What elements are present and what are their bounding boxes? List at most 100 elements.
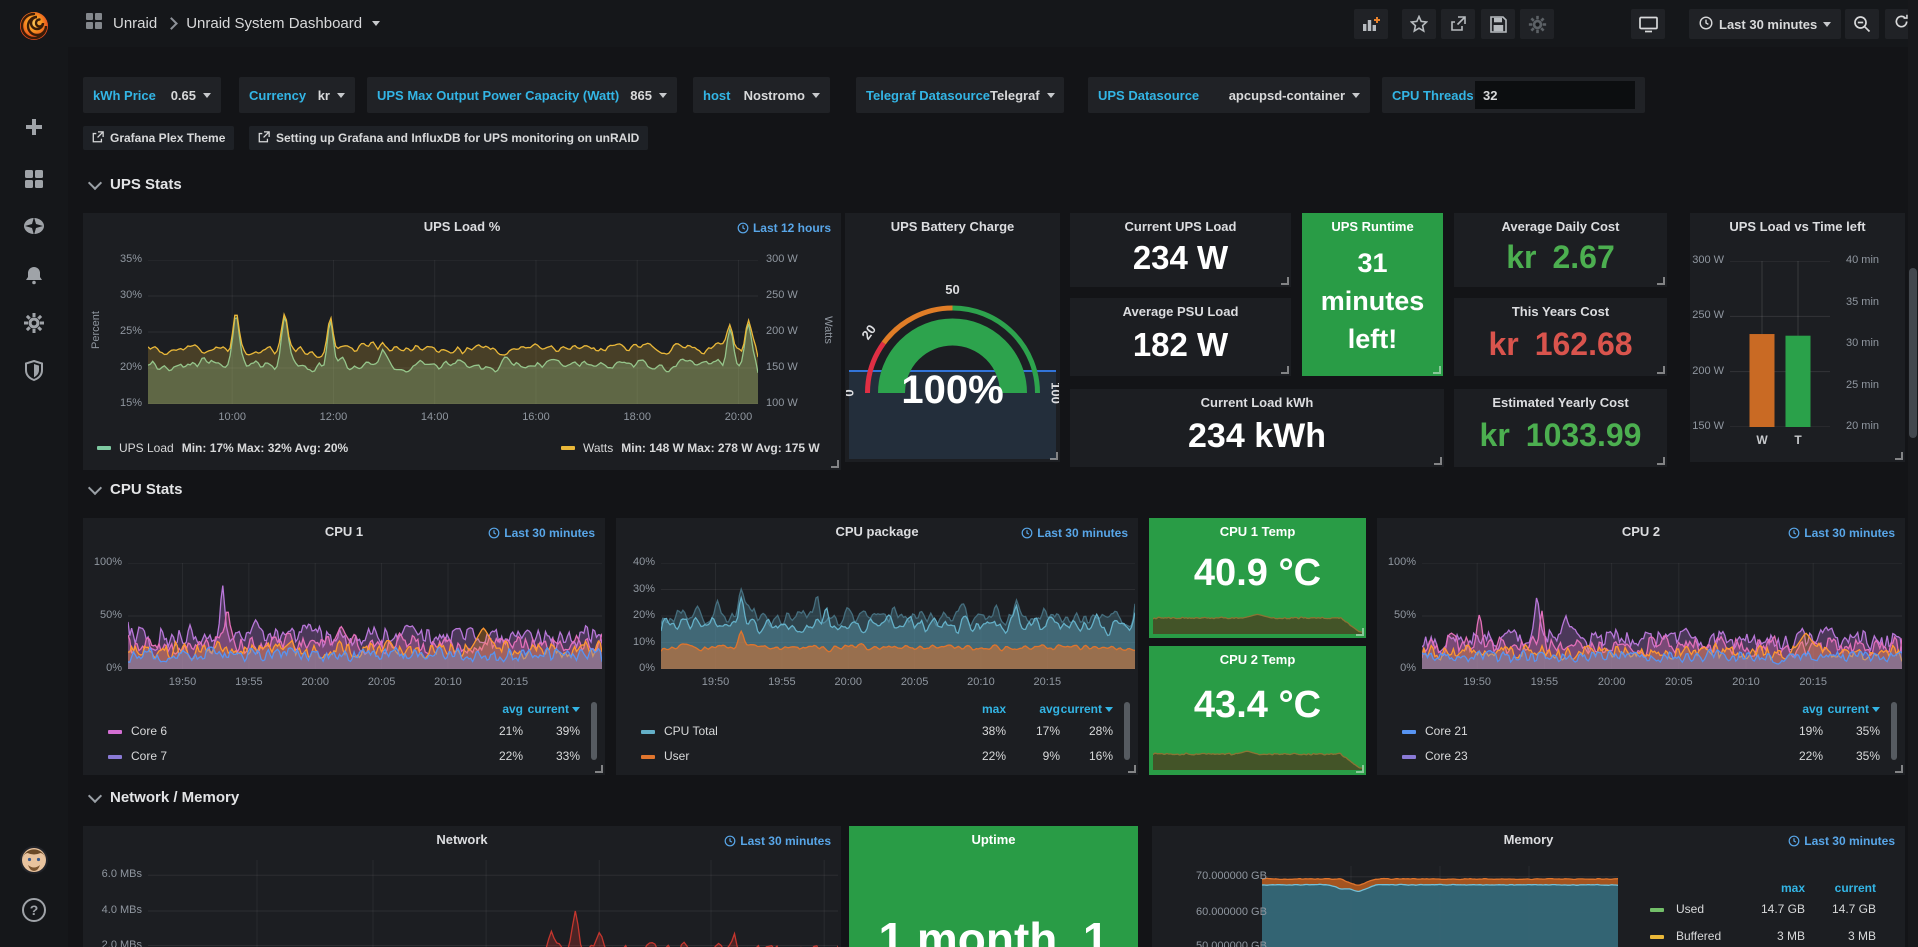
legend-scrollbar[interactable]	[1891, 702, 1897, 760]
cpu1-chart[interactable]	[128, 563, 602, 669]
legend-series-name[interactable]: CPU Total	[664, 724, 718, 738]
variable-value[interactable]: 865	[630, 88, 652, 103]
stat-title[interactable]: Current UPS Load	[1070, 219, 1291, 234]
admin-shield-icon[interactable]	[0, 351, 68, 391]
link-label[interactable]: Grafana Plex Theme	[110, 131, 225, 145]
panel-time-badge[interactable]: Last 30 minutes	[1788, 834, 1895, 848]
resize-handle[interactable]	[1356, 628, 1364, 636]
section-network-memory[interactable]: Network / Memory	[90, 789, 239, 806]
page-scrollbar-track[interactable]	[1908, 0, 1918, 947]
stat-title[interactable]: Average PSU Load	[1070, 304, 1291, 319]
panel-title[interactable]: UPS Battery Charge	[845, 219, 1060, 234]
legend-series-name[interactable]: Used	[1676, 902, 1704, 916]
chevron-down-icon[interactable]	[659, 93, 667, 98]
resize-handle[interactable]	[1281, 366, 1289, 374]
panel-time-badge[interactable]: Last 30 minutes	[724, 834, 831, 848]
resize-handle[interactable]	[831, 460, 839, 468]
variable-kwh-price[interactable]: kWh Price 0.65	[83, 77, 221, 113]
zoom-out-button[interactable]	[1845, 9, 1879, 39]
resize-handle[interactable]	[1657, 277, 1665, 285]
legend-header-current[interactable]: current	[503, 702, 580, 716]
tv-cycle-button[interactable]	[1631, 9, 1665, 39]
stat-title[interactable]: Estimated Yearly Cost	[1454, 395, 1667, 410]
stat-title[interactable]: CPU 2 Temp	[1149, 652, 1366, 667]
legend-header-max[interactable]: max	[1735, 881, 1805, 895]
chevron-down-icon[interactable]	[203, 93, 211, 98]
save-button[interactable]	[1481, 9, 1515, 39]
stat-title[interactable]: Average Daily Cost	[1454, 219, 1667, 234]
section-cpu-stats[interactable]: CPU Stats	[90, 481, 183, 498]
resize-handle[interactable]	[1895, 452, 1903, 460]
panel-time-badge[interactable]: Last 30 minutes	[1021, 526, 1128, 540]
variable-ups-max-output[interactable]: UPS Max Output Power Capacity (Watt) 865	[367, 77, 677, 113]
star-button[interactable]	[1402, 9, 1436, 39]
stat-title[interactable]: UPS Runtime	[1302, 219, 1443, 234]
legend-series-name[interactable]: Core 21	[1425, 724, 1468, 738]
user-avatar[interactable]	[0, 840, 68, 880]
chevron-down-icon[interactable]	[1047, 93, 1055, 98]
resize-handle[interactable]	[595, 765, 603, 773]
create-plus-icon[interactable]	[0, 107, 68, 147]
dashboards-icon[interactable]	[0, 159, 68, 199]
help-icon[interactable]: ?	[0, 890, 68, 930]
variable-ups-datasource[interactable]: UPS Datasource apcupsd-container	[1088, 77, 1370, 113]
legend-series-name[interactable]: User	[664, 749, 689, 763]
stat-title[interactable]: Current Load kWh	[1070, 395, 1444, 410]
legend-series-name[interactable]: Core 7	[131, 749, 167, 763]
settings-gear-icon[interactable]	[1520, 9, 1554, 39]
legend-header-current[interactable]: current	[1806, 881, 1876, 895]
variable-telegraf-datasource[interactable]: Telegraf Datasource Telegraf	[856, 77, 1064, 113]
grafana-logo-icon[interactable]	[0, 6, 68, 46]
battery-gauge[interactable]: 02050100100%	[846, 233, 1059, 459]
cpu2-chart[interactable]	[1422, 563, 1902, 669]
variable-value[interactable]: Telegraf	[990, 88, 1040, 103]
resize-handle[interactable]	[1050, 452, 1058, 460]
panel-time-badge[interactable]: Last 12 hours	[737, 221, 831, 235]
cpu-threads-input[interactable]	[1475, 81, 1635, 109]
network-chart[interactable]	[148, 860, 838, 947]
legend-header-current[interactable]: current	[1036, 702, 1113, 716]
stat-title[interactable]: CPU 1 Temp	[1149, 524, 1366, 539]
link-ups-monitoring-guide[interactable]: Setting up Grafana and InfluxDB for UPS …	[249, 126, 648, 150]
breadcrumb-app[interactable]: Unraid	[113, 15, 157, 32]
alerting-bell-icon[interactable]	[0, 255, 68, 295]
time-range-picker[interactable]: Last 30 minutes	[1689, 9, 1841, 39]
resize-handle[interactable]	[1128, 765, 1136, 773]
share-button[interactable]	[1441, 9, 1475, 39]
legend-series-name[interactable]: Watts	[583, 441, 613, 455]
legend-series-name[interactable]: Buffered	[1676, 929, 1721, 943]
variable-host[interactable]: host Nostromo	[693, 77, 830, 113]
panel-time-badge[interactable]: Last 30 minutes	[488, 526, 595, 540]
legend-series-name[interactable]: UPS Load	[119, 441, 174, 455]
ups-load-chart[interactable]	[148, 260, 758, 404]
configuration-gear-icon[interactable]	[0, 303, 68, 343]
variable-cpu-threads[interactable]: CPU Threads	[1382, 77, 1645, 113]
apps-grid-icon[interactable]	[86, 13, 103, 34]
dashboard-title-caret-icon[interactable]	[372, 21, 380, 26]
legend-item-ups-load[interactable]: UPS Load Min: 17% Max: 32% Avg: 20%	[97, 441, 348, 455]
dashboard-title[interactable]: Unraid System Dashboard	[186, 15, 362, 32]
legend-scrollbar[interactable]	[591, 702, 597, 760]
legend-header-current[interactable]: current	[1803, 702, 1880, 716]
stat-title[interactable]: Uptime	[849, 832, 1138, 847]
page-scrollbar-thumb[interactable]	[1909, 268, 1917, 438]
resize-handle[interactable]	[1895, 765, 1903, 773]
chevron-down-icon[interactable]	[337, 93, 345, 98]
legend-scrollbar[interactable]	[1124, 702, 1130, 760]
link-grafana-plex-theme[interactable]: Grafana Plex Theme	[83, 126, 234, 150]
chevron-down-icon[interactable]	[1352, 93, 1360, 98]
resize-handle[interactable]	[1281, 277, 1289, 285]
refresh-icon[interactable]	[1894, 14, 1909, 34]
panel-title[interactable]: UPS Load vs Time left	[1690, 219, 1905, 234]
variable-value[interactable]: apcupsd-container	[1229, 88, 1345, 103]
variable-value[interactable]: kr	[318, 88, 330, 103]
variable-currency[interactable]: Currency kr	[239, 77, 355, 113]
chevron-down-icon[interactable]	[812, 93, 820, 98]
panel-time-badge[interactable]: Last 30 minutes	[1788, 526, 1895, 540]
panel-title[interactable]: UPS Load %	[83, 219, 841, 234]
resize-handle[interactable]	[1657, 366, 1665, 374]
legend-item-watts[interactable]: Watts Min: 148 W Max: 278 W Avg: 175 W	[561, 441, 820, 455]
resize-handle[interactable]	[1433, 366, 1441, 374]
resize-handle[interactable]	[1657, 457, 1665, 465]
variable-value[interactable]: Nostromo	[744, 88, 805, 103]
